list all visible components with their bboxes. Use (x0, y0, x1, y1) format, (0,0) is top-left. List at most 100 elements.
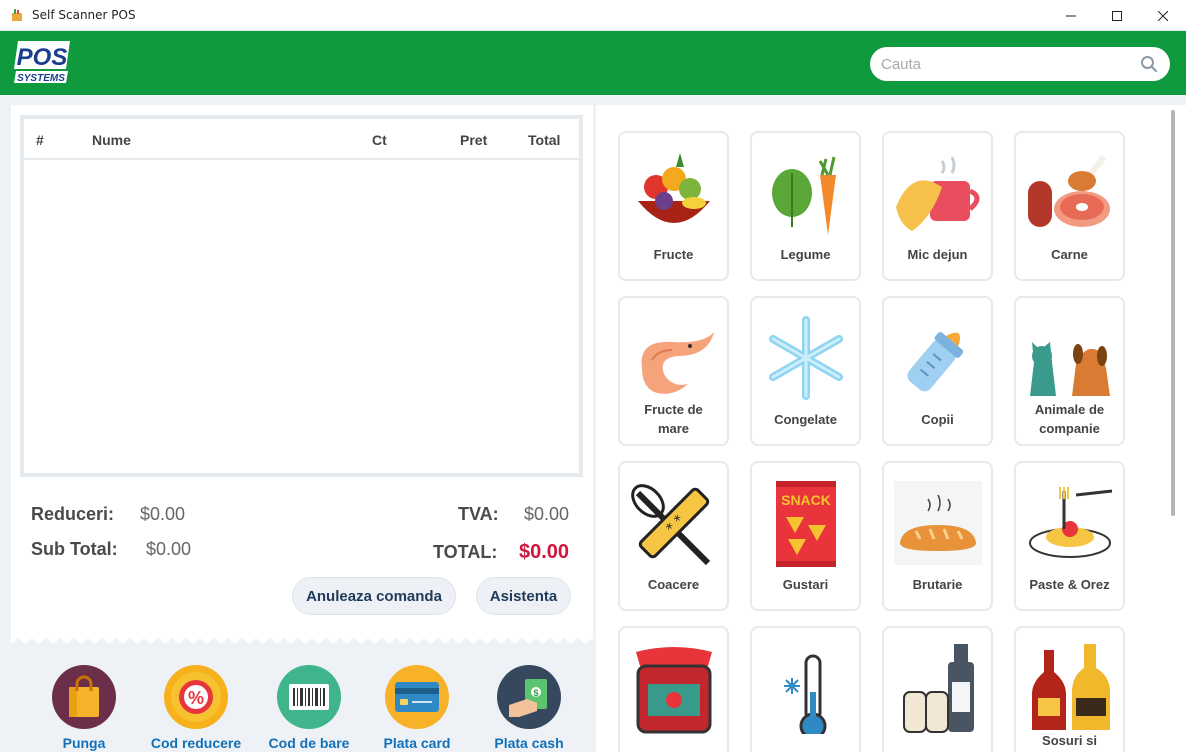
category-label: Animale de (1034, 402, 1105, 417)
category-pets[interactable]: Animale de companie (1014, 296, 1125, 446)
card-payment-button[interactable]: Plata card (362, 665, 472, 752)
sauce-bottles-icon (1032, 644, 1110, 730)
cash-payment-button[interactable]: $ Plata cash (474, 665, 584, 752)
category-baking[interactable]: * * Coacere (618, 461, 729, 611)
maximize-icon (1112, 10, 1122, 21)
column-number: # (36, 132, 44, 148)
snowflake-icon (769, 316, 843, 400)
subtotal-value: $0.00 (146, 539, 192, 559)
category-seafood[interactable]: Fructe de mare (618, 296, 729, 446)
column-total: Total (528, 132, 561, 148)
subtotal-label: Sub Total: (31, 539, 118, 559)
order-card: # Nume Ct Pret Total Reduceri: $0.00 Sub… (11, 105, 593, 752)
category-fruits[interactable]: Fructe (618, 131, 729, 281)
vegetables-icon (772, 156, 836, 235)
condiments-icon (903, 644, 974, 733)
total-value: $0.00 (519, 541, 570, 563)
shopping-bag-icon (52, 665, 116, 729)
assistance-button[interactable]: Asistenta (476, 577, 571, 615)
category-label: Carne (1051, 247, 1088, 262)
meat-icon (1028, 155, 1110, 227)
payment-actions: Punga % Cod reducere Cod de bare Plata c… (11, 651, 593, 752)
snack-bag-icon: SNACK (776, 481, 836, 567)
category-pasta-rice[interactable]: Paste & Orez (1014, 461, 1125, 611)
category-label-line2: mare (657, 421, 690, 436)
column-quantity: Ct (372, 132, 387, 148)
discount-badge-icon: % (164, 665, 228, 729)
column-name: Nume (92, 132, 131, 148)
category-preserves[interactable] (618, 626, 729, 752)
bag-label: Punga (62, 735, 106, 751)
barcode-icon (277, 665, 341, 729)
discount-label: Reduceri: (31, 504, 115, 524)
category-label: Legume (780, 247, 831, 262)
title-bar: Self Scanner POS (0, 0, 1186, 31)
receipt-edge (11, 638, 593, 652)
catalog-scrollbar[interactable] (1171, 110, 1175, 516)
svg-text:%: % (188, 688, 204, 708)
minimize-icon (1066, 15, 1076, 16)
order-table[interactable]: # Nume Ct Pret Total (20, 115, 583, 477)
category-label-line2: companie (1039, 421, 1100, 436)
category-label: Fructe de (644, 402, 703, 417)
app-icon (12, 9, 22, 21)
category-breakfast[interactable]: Mic dejun (882, 131, 993, 281)
category-refrigerated[interactable] (750, 626, 861, 752)
pos-systems-logo: POS SYSTEMS (14, 41, 70, 84)
category-snacks[interactable]: SNACK Gustari (750, 461, 861, 611)
close-button[interactable] (1140, 0, 1186, 31)
category-sauces[interactable]: Sosuri si (1014, 626, 1125, 752)
shrimp-icon (641, 332, 714, 394)
category-label: Copii (921, 412, 954, 427)
order-panel: # Nume Ct Pret Total Reduceri: $0.00 Sub… (0, 95, 593, 752)
category-label: Mic dejun (907, 247, 968, 262)
category-grid: Fructe Legume Mic dejun Carne Fructe de … (596, 105, 1186, 752)
category-frozen[interactable]: Congelate (750, 296, 861, 446)
tax-value: $0.00 (524, 504, 570, 524)
discount-code-button[interactable]: % Cod reducere (141, 665, 251, 752)
credit-card-icon (385, 665, 449, 729)
bag-button[interactable]: Punga (29, 665, 139, 752)
barcode-button[interactable]: Cod de bare (254, 665, 364, 752)
cash-payment-label: Plata cash (494, 735, 564, 751)
search-box[interactable] (870, 47, 1170, 81)
catalog-panel: Fructe Legume Mic dejun Carne Fructe de … (593, 95, 1186, 752)
card-payment-label: Plata card (383, 735, 451, 751)
total-label: TOTAL: (433, 542, 498, 562)
category-label: Gustari (782, 577, 829, 592)
baby-bottle-icon (907, 332, 964, 392)
category-label: Paste & Orez (1029, 577, 1110, 592)
pasta-plate-icon (1029, 487, 1113, 558)
category-vegetables[interactable]: Legume (750, 131, 861, 281)
category-bakery[interactable]: Brutarie (882, 461, 993, 611)
baking-tools-icon: * * (631, 484, 711, 566)
category-baby[interactable]: Copii (882, 296, 993, 446)
maximize-button[interactable] (1094, 0, 1140, 31)
breakfast-icon (896, 156, 980, 231)
cancel-order-button[interactable]: Anuleaza comanda (292, 577, 456, 615)
category-meat[interactable]: Carne (1014, 131, 1125, 281)
snack-text: SNACK (781, 492, 831, 508)
thermometer-icon (784, 654, 827, 734)
svg-text:SYSTEMS: SYSTEMS (17, 73, 65, 84)
column-price: Pret (460, 132, 488, 148)
table-header: # Nume Ct Pret Total (24, 119, 579, 160)
category-label: Congelate (774, 412, 837, 427)
svg-text:$: $ (533, 688, 538, 698)
category-condiments[interactable] (882, 626, 993, 752)
jam-jar-icon (636, 647, 712, 734)
category-label: Brutarie (912, 577, 963, 592)
discount-code-label: Cod reducere (150, 735, 242, 751)
barcode-label: Cod de bare (268, 735, 350, 751)
fruit-basket-icon (638, 153, 710, 223)
search-input[interactable] (881, 55, 1131, 73)
search-icon[interactable] (1140, 55, 1158, 73)
svg-text:POS: POS (17, 44, 68, 71)
category-label: Sosuri si (1042, 733, 1097, 748)
minimize-button[interactable] (1048, 0, 1094, 31)
window-title: Self Scanner POS (32, 8, 136, 22)
app-header: POS SYSTEMS (0, 31, 1186, 95)
category-label: Coacere (647, 577, 700, 592)
discount-value: $0.00 (140, 504, 186, 524)
cash-icon: $ (497, 665, 561, 729)
